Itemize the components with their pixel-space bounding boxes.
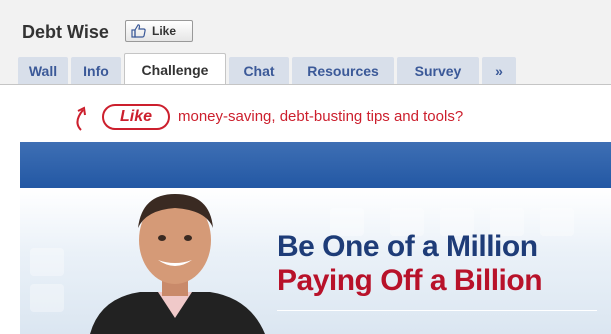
like-button-label: Like <box>152 24 177 38</box>
tab-chat[interactable]: Chat <box>229 57 289 85</box>
like-oval-button[interactable]: Like <box>102 104 170 130</box>
page-header: Debt Wise Like Wall Info Challenge Chat … <box>0 0 611 85</box>
tab-bar: Wall Info Challenge Chat Resources Surve… <box>18 53 519 85</box>
hero-headline-2: Paying Off a Billion <box>277 264 543 297</box>
tab-resources[interactable]: Resources <box>292 57 394 85</box>
tab-more[interactable]: » <box>482 57 516 85</box>
hero-divider <box>277 310 597 311</box>
curved-arrow-icon <box>67 104 101 134</box>
thumbs-up-icon <box>131 23 147 39</box>
hero-top-bar <box>20 142 611 188</box>
tab-info[interactable]: Info <box>71 57 121 85</box>
tab-challenge[interactable]: Challenge <box>124 53 226 85</box>
tab-divider <box>0 84 611 85</box>
hero-banner: Be One of a Million Paying Off a Billion <box>20 188 611 334</box>
page-title: Debt Wise <box>22 22 109 42</box>
banner-text: money-saving, debt-busting tips and tool… <box>178 108 464 125</box>
tab-wall[interactable]: Wall <box>18 57 68 85</box>
man-portrait-image <box>90 194 265 334</box>
hero-headline-1: Be One of a Million <box>277 230 538 263</box>
tab-survey[interactable]: Survey <box>397 57 479 85</box>
like-button[interactable]: Like <box>125 20 193 42</box>
